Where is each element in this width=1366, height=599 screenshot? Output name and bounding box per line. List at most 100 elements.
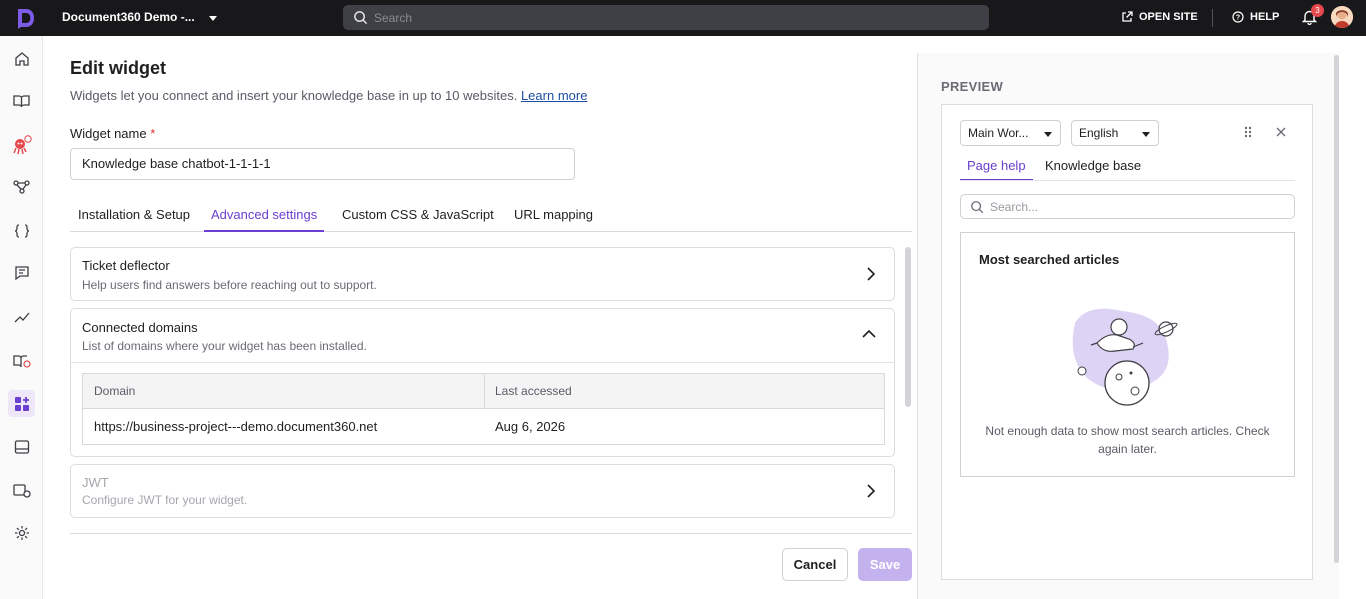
api-braces-icon — [14, 223, 29, 238]
connected-domains-desc: List of domains where your widget has be… — [82, 339, 367, 353]
user-avatar[interactable] — [1331, 6, 1353, 28]
chevron-right-icon — [867, 267, 876, 281]
ticket-deflector-desc: Help users find answers before reaching … — [82, 278, 377, 292]
tab-advanced-settings[interactable]: Advanced settings — [204, 207, 325, 232]
external-link-icon — [1122, 11, 1133, 22]
preview-tab-knowledge-base[interactable]: Knowledge base — [1045, 158, 1141, 173]
document360-logo-icon[interactable] — [14, 6, 38, 30]
drag-handle-icon[interactable] — [1244, 126, 1252, 138]
tab-custom-css-javascript[interactable]: Custom CSS & JavaScript — [342, 207, 494, 232]
sidebar-item-settings[interactable] — [8, 519, 35, 546]
widget-name-label: Widget name * — [70, 126, 155, 141]
column-separator — [484, 374, 485, 409]
workflow-icon — [13, 179, 30, 194]
open-site-button[interactable]: OPEN SITE — [1121, 11, 1198, 23]
sidebar-item-drive[interactable] — [8, 433, 35, 460]
preview-panel: PREVIEW Main Wor... English Page help Kn… — [917, 53, 1339, 599]
top-bar: Document360 Demo -... Search OPEN SITE ?… — [0, 0, 1366, 36]
connected-domains-section: Connected domains List of domains where … — [70, 308, 895, 457]
search-icon — [354, 11, 368, 25]
drive-icon — [14, 439, 29, 454]
preview-tab-divider — [960, 180, 1295, 181]
widget-name-label-text: Widget name — [70, 126, 147, 141]
knowledge-base-icon — [12, 354, 31, 368]
preview-search-placeholder: Search... — [990, 199, 1039, 214]
settings-scrollbar[interactable] — [905, 247, 911, 407]
sidebar-item-kb-settings[interactable] — [8, 477, 35, 504]
table-header: Domain Last accessed — [83, 374, 884, 409]
chevron-down-icon — [1142, 132, 1150, 137]
tab-installation-setup[interactable]: Installation & Setup — [78, 207, 190, 232]
page-title: Edit widget — [70, 58, 166, 78]
subtitle-text: Widgets let you connect and insert your … — [70, 88, 518, 103]
most-searched-articles-box: Most searched articles Not enough data t… — [960, 232, 1295, 477]
global-search-input[interactable]: Search — [343, 5, 989, 30]
chevron-down-icon — [208, 15, 217, 21]
open-site-label: OPEN SITE — [1139, 11, 1198, 23]
help-label: HELP — [1250, 11, 1280, 23]
sidebar-item-ai-assistant[interactable] — [8, 131, 35, 158]
page-subtitle: Widgets let you connect and insert your … — [70, 88, 587, 103]
chevron-down-icon — [1044, 132, 1052, 137]
workspace-select[interactable]: Main Wor... — [960, 120, 1061, 146]
project-name: Document360 Demo -... — [62, 10, 195, 24]
domain-cell: https://business-project---demo.document… — [94, 419, 378, 434]
left-sidebar — [0, 36, 43, 599]
home-icon — [14, 51, 29, 66]
column-header-domain: Domain — [94, 384, 136, 398]
settings-icon — [14, 525, 29, 540]
sidebar-item-knowledge-base[interactable] — [8, 347, 35, 374]
topbar-divider — [1212, 9, 1213, 27]
workspace-select-value: Main Wor... — [968, 126, 1029, 140]
jwt-section[interactable]: JWT Configure JWT for your widget. — [70, 464, 895, 518]
feedback-icon — [14, 265, 29, 280]
preview-search-input[interactable]: Search... — [960, 194, 1295, 219]
sidebar-item-analytics[interactable] — [8, 303, 35, 330]
sidebar-item-home[interactable] — [8, 45, 35, 72]
settings-scroll-area: Ticket deflector Help users find answers… — [70, 247, 895, 522]
save-button[interactable]: Save — [858, 548, 912, 581]
required-mark: * — [150, 126, 156, 141]
footer-divider — [70, 533, 912, 534]
column-header-last-accessed: Last accessed — [495, 384, 572, 398]
help-button[interactable]: ? HELP — [1232, 11, 1279, 23]
sidebar-item-feedback[interactable] — [8, 259, 35, 286]
svg-text:?: ? — [1236, 15, 1240, 22]
project-selector[interactable]: Document360 Demo -... — [62, 10, 217, 24]
sidebar-item-documentation[interactable] — [8, 87, 35, 114]
domains-table: Domain Last accessed https://business-pr… — [82, 373, 885, 445]
jwt-title: JWT — [82, 475, 109, 490]
most-searched-title: Most searched articles — [979, 252, 1120, 267]
help-circle-icon: ? — [1232, 11, 1244, 23]
sidebar-item-api[interactable] — [8, 217, 35, 244]
table-row: https://business-project---demo.document… — [83, 409, 884, 444]
notification-count-badge: 3 — [1311, 4, 1324, 17]
learn-more-link[interactable]: Learn more — [521, 88, 587, 103]
ai-assistant-icon — [12, 134, 32, 154]
widget-tabs: Installation & Setup Advanced settings C… — [70, 201, 912, 232]
language-select[interactable]: English — [1071, 120, 1159, 146]
cancel-button[interactable]: Cancel — [782, 548, 848, 581]
widget-preview-frame: Main Wor... English Page help Knowledge … — [941, 104, 1313, 580]
preview-label: PREVIEW — [941, 79, 1004, 94]
empty-state-message: Not enough data to show most search arti… — [985, 424, 1270, 456]
search-icon — [971, 200, 984, 213]
widgets-icon — [14, 396, 29, 411]
widget-name-input[interactable]: Knowledge base chatbot-1-1-1-1 — [70, 148, 575, 180]
preview-tab-page-help[interactable]: Page help — [960, 158, 1033, 181]
preview-scrollbar[interactable] — [1334, 55, 1339, 563]
language-select-value: English — [1079, 126, 1119, 140]
tab-url-mapping[interactable]: URL mapping — [514, 207, 593, 232]
close-icon[interactable] — [1276, 127, 1286, 137]
last-accessed-cell: Aug 6, 2026 — [495, 419, 566, 434]
section-divider — [71, 362, 894, 363]
edit-widget-main: Edit widget Widgets let you connect and … — [43, 36, 917, 599]
chevron-up-icon[interactable] — [862, 329, 876, 339]
book-icon — [13, 94, 30, 107]
ticket-deflector-title: Ticket deflector — [82, 258, 170, 273]
ticket-deflector-section[interactable]: Ticket deflector Help users find answers… — [70, 247, 895, 301]
sidebar-item-workflow[interactable] — [8, 173, 35, 200]
kb-settings-icon — [12, 483, 31, 498]
sidebar-item-widgets[interactable] — [8, 390, 35, 417]
astronaut-illustration-icon — [1072, 308, 1178, 406]
